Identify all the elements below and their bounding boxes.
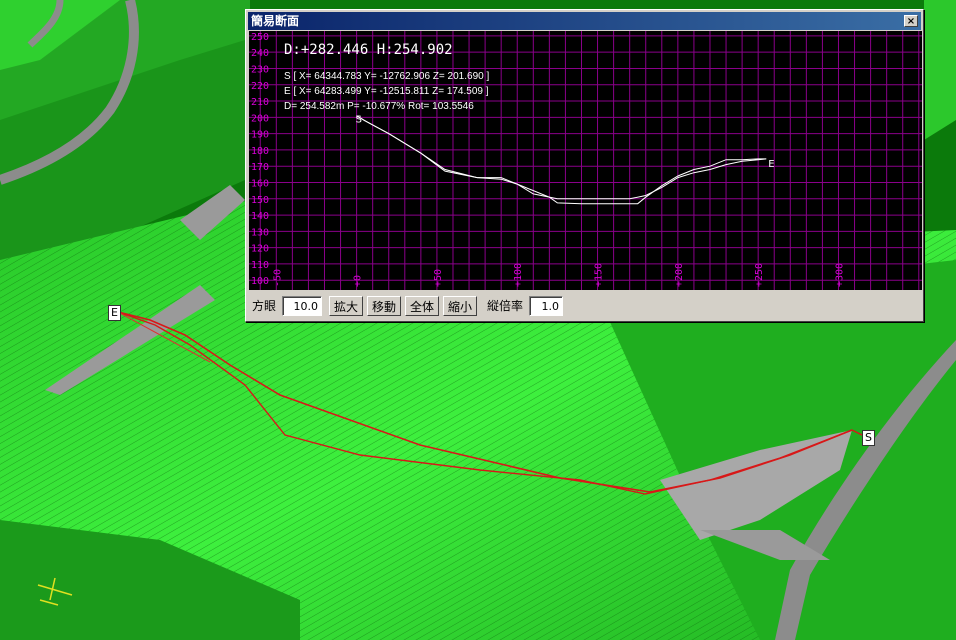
move-button[interactable]: 移動 — [367, 296, 401, 316]
y-tick-label: 130 — [251, 227, 269, 238]
x-tick-label: +0 — [353, 275, 364, 287]
y-tick-label: 230 — [251, 64, 269, 75]
section-toolbar: 方眼 10.0 拡大 移動 全体 縮小 縦倍率 1.0 — [249, 294, 920, 318]
y-tick-label: 190 — [251, 130, 269, 141]
x-tick-label: +100 — [513, 263, 524, 287]
readout-end-coords: E [ X= 64283.499 Y= -12515.811 Z= 174.50… — [284, 86, 489, 97]
fit-all-button[interactable]: 全体 — [405, 296, 439, 316]
profile-end-label: E — [768, 159, 774, 170]
profile-series-line — [356, 115, 767, 200]
x-tick-label: +200 — [674, 263, 685, 287]
profile-start-label: S — [356, 115, 362, 126]
y-tick-label: 200 — [251, 113, 269, 124]
profile-chart[interactable]: 250 240 230 220 210 200 190 180 170 160 150 140 130 1… — [249, 31, 922, 290]
y-tick-label: 170 — [251, 162, 269, 173]
vertical-scale-field[interactable]: 1.0 — [529, 296, 563, 316]
zoom-in-button[interactable]: 拡大 — [329, 296, 363, 316]
route-start-marker: S — [862, 430, 875, 446]
route-end-marker: E — [108, 305, 121, 321]
x-tick-label: +50 — [433, 269, 444, 287]
profile-series-line — [356, 115, 767, 205]
y-tick-label: 140 — [251, 211, 269, 222]
profile-chart-svg: 250 240 230 220 210 200 190 180 170 160 150 140 130 1… — [249, 31, 922, 290]
readout-stats: D= 254.582m P= -10.677% Rot= 103.5546 — [284, 101, 474, 112]
close-button[interactable]: × — [904, 15, 918, 27]
x-tick-label: +150 — [594, 263, 605, 287]
y-tick-label: 210 — [251, 97, 269, 108]
y-tick-label: 220 — [251, 81, 269, 92]
readout-header: D:+282.446 H:254.902 — [284, 42, 453, 58]
x-tick-label: +250 — [754, 263, 765, 287]
grid-spacing-label: 方眼 — [252, 299, 277, 313]
vertical-scale-label: 縦倍率 — [487, 299, 524, 313]
zoom-out-button[interactable]: 縮小 — [443, 296, 477, 316]
x-tick-label: +300 — [834, 263, 845, 287]
grid-spacing-field[interactable]: 10.0 — [282, 296, 322, 316]
x-tick-label: -50 — [272, 269, 283, 287]
window-titlebar[interactable]: 簡易断面 × — [248, 12, 921, 30]
y-tick-label: 120 — [251, 244, 269, 255]
y-tick-label: 180 — [251, 146, 269, 157]
y-tick-label: 150 — [251, 195, 269, 206]
y-tick-label: 240 — [251, 48, 269, 59]
readout-start-coords: S [ X= 64344.783 Y= -12762.906 Z= 201.69… — [284, 71, 489, 82]
cross-section-window: 簡易断面 × 250 240 230 220 210 200 190 180 170 160 150… — [245, 9, 924, 322]
window-title: 簡易断面 — [251, 14, 300, 28]
y-tick-label: 250 — [251, 32, 269, 43]
y-tick-label: 160 — [251, 178, 269, 189]
y-tick-label: 110 — [251, 260, 269, 271]
y-tick-label: 100 — [251, 276, 269, 287]
